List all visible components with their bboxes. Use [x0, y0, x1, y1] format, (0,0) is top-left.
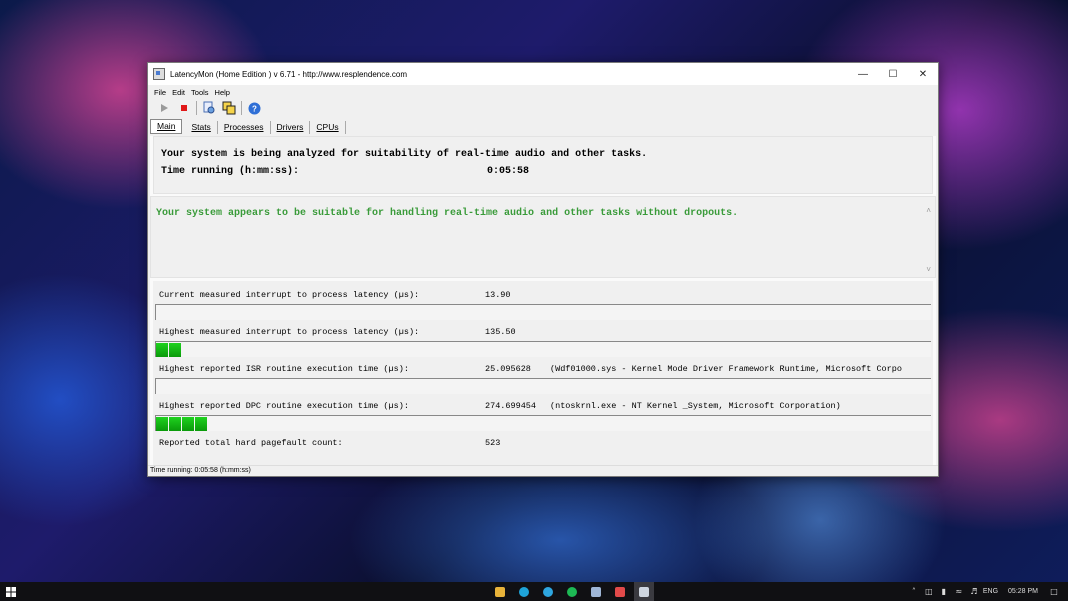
metric-row: Highest measured interrupt to process la…: [153, 326, 933, 338]
red-app-icon[interactable]: [610, 582, 630, 601]
bar-segment: [195, 417, 207, 431]
time-running-value: 0:05:58: [487, 166, 530, 177]
svg-text:?: ?: [252, 104, 257, 113]
latencymon-window: LatencyMon (Home Edition ) v 6.71 - http…: [147, 62, 939, 477]
metric-value: 523: [485, 438, 501, 448]
system-tray: ˄ ◫ ▮ ≈ ♬ ENG 05:28 PM □: [908, 582, 1068, 601]
chevron-up-icon[interactable]: ˄: [908, 582, 920, 601]
verdict-text: Your system appears to be suitable for h…: [156, 208, 739, 219]
play-icon[interactable]: [156, 100, 172, 116]
metric-row: Current measured interrupt to process la…: [153, 289, 933, 301]
menu-bar: File Edit Tools Help: [148, 85, 938, 99]
isr-bar: [155, 378, 931, 394]
tab-main[interactable]: Main: [150, 119, 183, 134]
tab-stats[interactable]: Stats: [185, 121, 218, 134]
bar-segment: [182, 417, 194, 431]
volume-icon[interactable]: ♬: [968, 582, 980, 601]
battery-icon[interactable]: ▮: [938, 582, 950, 601]
analyzing-text: Your system is being analyzed for suitab…: [161, 149, 648, 160]
menu-help[interactable]: Help: [215, 88, 230, 97]
time-running-label: Time running (h:mm:ss):: [161, 166, 300, 177]
help-icon[interactable]: ?: [246, 100, 262, 116]
wifi-icon[interactable]: ≈: [953, 582, 965, 601]
status-bar: Time running: 0:05:58 (h:mm:ss): [148, 465, 938, 476]
bar-segment: [169, 343, 181, 357]
window-title: LatencyMon (Home Edition ) v 6.71 - http…: [170, 69, 407, 79]
bar-segment: [156, 417, 168, 431]
metric-value: 135.50: [485, 327, 516, 337]
report-icon[interactable]: [201, 100, 217, 116]
file-explorer-icon[interactable]: [490, 582, 510, 601]
spotify-icon[interactable]: [562, 582, 582, 601]
metric-row: Reported total hard pagefault count: 523: [153, 437, 933, 449]
metric-label: Highest reported DPC routine execution t…: [159, 401, 409, 411]
metric-driver-info: (ntoskrnl.exe - NT Kernel _System, Micro…: [550, 401, 841, 411]
scroll-down-icon[interactable]: ˅: [926, 266, 931, 275]
bar-segment: [169, 417, 181, 431]
metrics-panel: Current measured interrupt to process la…: [153, 281, 933, 466]
network-icon[interactable]: ◫: [923, 582, 935, 601]
notification-icon[interactable]: □: [1048, 582, 1060, 601]
bar-segment: [156, 343, 168, 357]
latency-bar: [155, 341, 931, 357]
tab-processes[interactable]: Processes: [218, 121, 271, 134]
metric-value: 13.90: [485, 290, 511, 300]
metric-row: Highest reported DPC routine execution t…: [153, 400, 933, 412]
close-button[interactable]: ✕: [908, 63, 938, 85]
windows-start-icon[interactable]: [0, 582, 22, 601]
main-content: Your system is being analyzed for suitab…: [150, 136, 936, 466]
scroll-up-icon[interactable]: ˄: [926, 207, 931, 216]
dpc-bar: [155, 415, 931, 431]
edge-icon[interactable]: [514, 582, 534, 601]
tab-drivers[interactable]: Drivers: [271, 121, 311, 134]
toolbar-separator: [196, 101, 197, 115]
analysis-panel: Your system is being analyzed for suitab…: [153, 136, 933, 194]
latencymon-app-icon: [153, 68, 165, 80]
language-indicator[interactable]: ENG: [983, 588, 998, 595]
menu-tools[interactable]: Tools: [191, 88, 209, 97]
metric-driver-info: (Wdf01000.sys - Kernel Mode Driver Frame…: [550, 364, 902, 374]
metric-label: Highest reported ISR routine execution t…: [159, 364, 409, 374]
toolbar: ?: [148, 99, 938, 117]
stop-icon[interactable]: [176, 100, 192, 116]
metric-value: 274.699454: [485, 401, 537, 411]
title-bar[interactable]: LatencyMon (Home Edition ) v 6.71 - http…: [148, 63, 938, 85]
metric-row: Highest reported ISR routine execution t…: [153, 363, 933, 375]
minimize-button[interactable]: —: [848, 63, 878, 85]
menu-file[interactable]: File: [154, 88, 166, 97]
tab-bar: Main Stats Processes Drivers CPUs: [148, 117, 938, 134]
toolbar-separator: [241, 101, 242, 115]
telegram-icon[interactable]: [538, 582, 558, 601]
dpc-bar-fill: [156, 417, 208, 431]
verdict-panel[interactable]: Your system appears to be suitable for h…: [150, 196, 936, 278]
tab-cpus[interactable]: CPUs: [310, 121, 346, 134]
latencymon-taskbar-icon[interactable]: [634, 582, 654, 601]
clock[interactable]: 05:28 PM: [1008, 588, 1038, 595]
maximize-button[interactable]: ☐: [878, 63, 908, 85]
menu-edit[interactable]: Edit: [172, 88, 185, 97]
metric-value: 25.095628: [485, 364, 531, 374]
taskbar: ˄ ◫ ▮ ≈ ♬ ENG 05:28 PM □: [0, 582, 1068, 601]
metric-label: Reported total hard pagefault count:: [159, 438, 343, 448]
notes-app-icon[interactable]: [586, 582, 606, 601]
copy-icon[interactable]: [221, 100, 237, 116]
metric-label: Highest measured interrupt to process la…: [159, 327, 420, 337]
latency-bar-fill: [156, 343, 182, 357]
metric-label: Current measured interrupt to process la…: [159, 290, 420, 300]
latency-bar: [155, 304, 931, 320]
